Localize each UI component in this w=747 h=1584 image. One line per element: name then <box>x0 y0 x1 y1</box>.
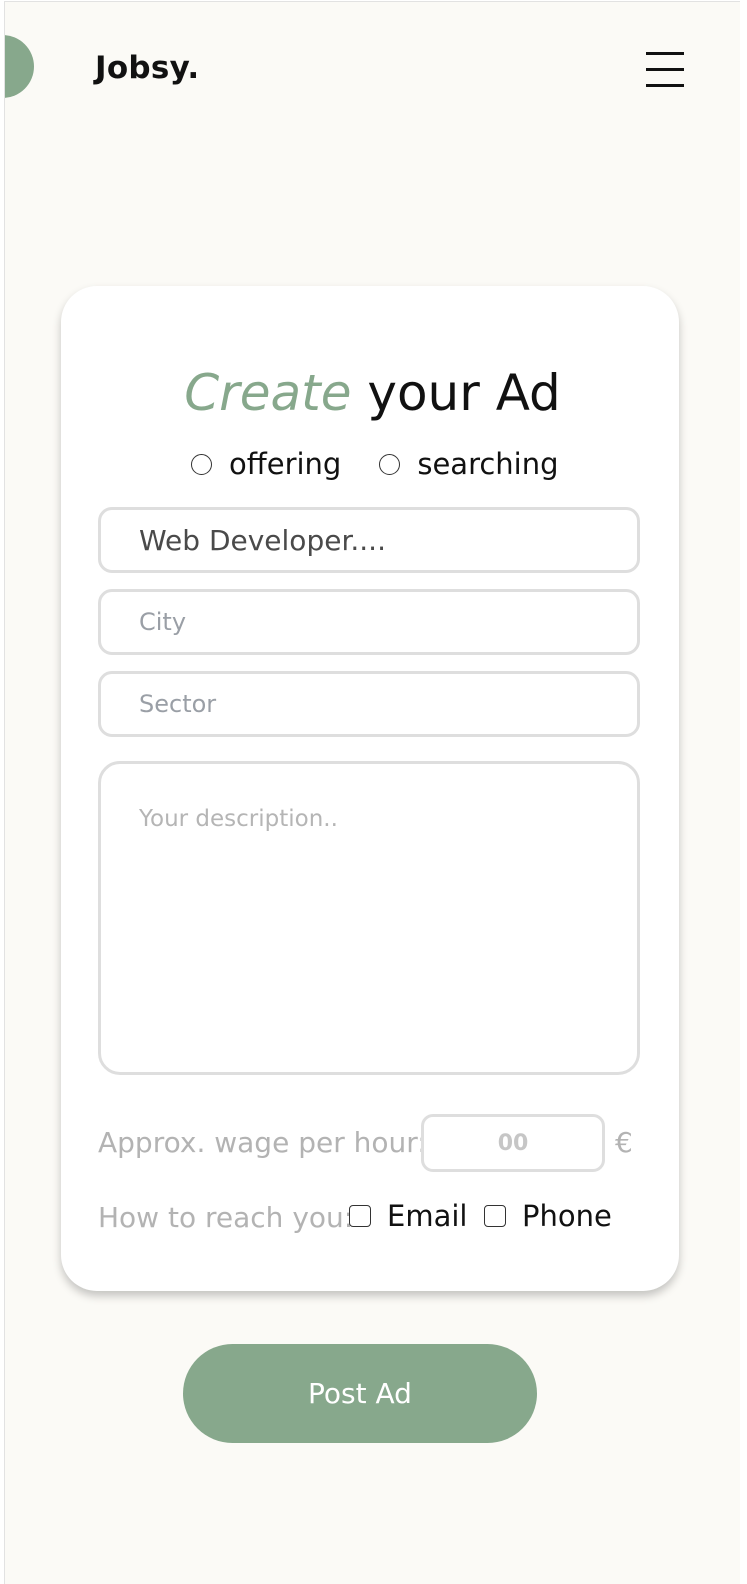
page: Jobsy. Create your Ad offering searching… <box>4 1 740 1584</box>
wage-input[interactable] <box>421 1114 605 1172</box>
radio-offering[interactable] <box>191 453 212 475</box>
city-input[interactable] <box>98 589 640 655</box>
brand-circle-decoration <box>5 35 34 98</box>
sector-input[interactable] <box>98 671 640 737</box>
ad-type-radio-group: offering searching <box>191 447 597 481</box>
description-textarea[interactable] <box>98 761 640 1075</box>
currency-symbol: € <box>615 1126 633 1159</box>
form-title: Create your Ad <box>5 368 740 418</box>
form-title-accent: Create <box>184 364 352 422</box>
job-title-input[interactable] <box>98 507 640 573</box>
checkbox-email[interactable] <box>349 1205 371 1227</box>
radio-searching[interactable] <box>379 453 401 475</box>
checkbox-phone-label[interactable]: Phone <box>522 1199 612 1233</box>
wage-label: Approx. wage per hour: <box>98 1126 427 1159</box>
reach-label: How to reach you: <box>98 1201 354 1234</box>
checkbox-email-label[interactable]: Email <box>387 1199 467 1233</box>
checkbox-phone[interactable] <box>484 1205 506 1227</box>
menu-bar <box>646 52 684 55</box>
hamburger-menu-icon[interactable] <box>646 52 684 88</box>
form-title-rest: your Ad <box>351 364 561 422</box>
menu-bar <box>646 68 684 71</box>
logo[interactable]: Jobsy. <box>95 50 199 86</box>
post-ad-button[interactable]: Post Ad <box>183 1344 537 1443</box>
radio-searching-label[interactable]: searching <box>417 447 558 481</box>
radio-offering-label[interactable]: offering <box>229 447 341 481</box>
menu-bar <box>646 84 684 87</box>
